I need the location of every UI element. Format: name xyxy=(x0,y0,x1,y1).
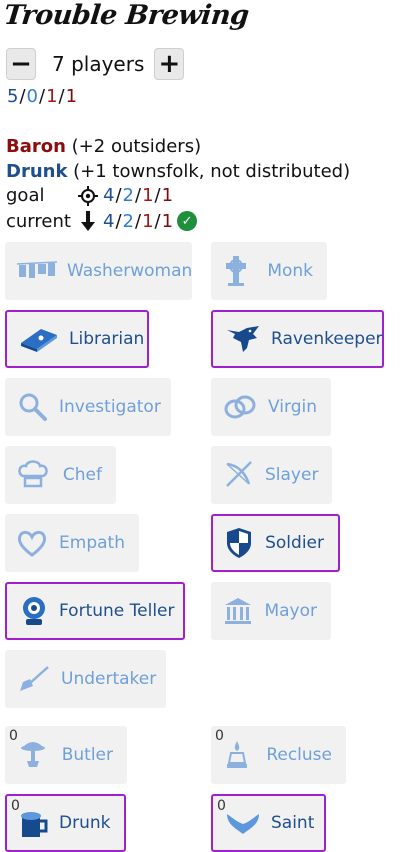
character-name: Monk xyxy=(267,261,313,281)
character-name: Empath xyxy=(59,533,125,553)
character-card-slayer[interactable]: Slayer xyxy=(211,446,332,504)
modifier-name: Drunk xyxy=(6,161,68,182)
character-card-recluse[interactable]: 0 Recluse xyxy=(211,726,346,784)
arrow-down-icon xyxy=(77,210,99,232)
character-card-soldier[interactable]: Soldier xyxy=(211,514,340,572)
increase-players-button[interactable]: + xyxy=(154,48,185,80)
character-card-librarian[interactable]: Librarian xyxy=(5,310,149,368)
character-count: 0 xyxy=(11,798,20,814)
character-name: Ravenkeeper xyxy=(271,329,383,349)
raven-icon xyxy=(225,321,261,357)
character-count: 0 xyxy=(217,798,226,814)
current-demons: 1 xyxy=(161,210,174,232)
character-card-virgin[interactable]: Virgin xyxy=(211,378,331,436)
rings-icon xyxy=(223,389,258,425)
lamp-icon xyxy=(223,737,256,773)
character-name: Librarian xyxy=(69,329,145,349)
character-name: Recluse xyxy=(266,745,332,765)
character-name: Slayer xyxy=(265,465,319,485)
demon-count: 1 xyxy=(65,86,78,107)
character-name: Investigator xyxy=(59,397,161,417)
minion-count: 1 xyxy=(46,86,58,107)
cross-icon xyxy=(223,253,257,289)
wings-icon xyxy=(225,805,261,841)
tray-icon xyxy=(17,737,52,773)
script-title: Trouble Brewing xyxy=(2,0,251,31)
outsider-count: 0 xyxy=(26,86,38,107)
current-minions: 1 xyxy=(142,210,154,232)
magnifier-icon xyxy=(17,389,49,425)
character-card-butler[interactable]: 0 Butler xyxy=(5,726,127,784)
current-townsfolk: 4 xyxy=(103,210,115,232)
character-card-ravenkeeper[interactable]: Ravenkeeper xyxy=(211,310,384,368)
character-card-mayor[interactable]: Mayor xyxy=(211,582,331,640)
base-distribution: 5/0/1/1 xyxy=(7,86,78,107)
character-name: Chef xyxy=(62,465,102,485)
crosshair-icon xyxy=(77,185,99,206)
goal-row: goal 4/2/1/1 xyxy=(6,185,174,206)
player-count: 7 players xyxy=(52,52,145,76)
character-name: Fortune Teller xyxy=(59,601,175,621)
clothesline-icon xyxy=(17,253,57,289)
current-outsiders: 2 xyxy=(122,210,134,232)
character-name: Saint xyxy=(271,813,315,833)
character-name: Butler xyxy=(61,745,113,765)
mug-icon xyxy=(19,805,49,841)
character-card-chef[interactable]: Chef xyxy=(5,446,116,504)
character-card-empath[interactable]: Empath xyxy=(5,514,139,572)
modifier-note: (+2 outsiders) xyxy=(65,136,202,157)
character-name: Drunk xyxy=(59,813,111,833)
character-card-fortune-teller[interactable]: Fortune Teller xyxy=(5,582,185,640)
check-icon: ✓ xyxy=(177,211,198,231)
character-card-drunk[interactable]: 0 Drunk xyxy=(5,794,126,852)
character-name: Washerwoman xyxy=(67,261,193,281)
character-card-saint[interactable]: 0 Saint xyxy=(211,794,326,852)
decrease-players-button[interactable]: − xyxy=(6,48,36,80)
modifier-drunk: Drunk (+1 townsfolk, not distributed) xyxy=(6,161,350,182)
character-name: Mayor xyxy=(264,601,317,621)
goal-label: goal xyxy=(6,185,45,206)
townsfolk-count: 5 xyxy=(7,86,19,107)
shovel-icon xyxy=(17,661,51,697)
character-name: Soldier xyxy=(265,533,324,553)
player-stepper: − 7 players + xyxy=(6,47,185,81)
goal-minions: 1 xyxy=(142,185,154,206)
character-name: Virgin xyxy=(268,397,317,417)
modifier-name: Baron xyxy=(6,136,66,157)
goal-outsiders: 2 xyxy=(122,185,134,206)
current-row: current 4/2/1/1 ✓ xyxy=(6,210,198,232)
character-card-investigator[interactable]: Investigator xyxy=(5,378,171,436)
crystal-ball-icon xyxy=(19,593,49,629)
character-card-washerwoman[interactable]: Washerwoman xyxy=(5,242,192,300)
character-card-undertaker[interactable]: Undertaker xyxy=(5,650,166,708)
current-label: current xyxy=(6,210,71,232)
modifier-baron: Baron (+2 outsiders) xyxy=(6,136,201,157)
shield-icon xyxy=(225,525,255,561)
crossbow-icon xyxy=(223,457,255,493)
building-icon xyxy=(223,593,254,629)
goal-demons: 1 xyxy=(161,185,174,206)
character-name: Undertaker xyxy=(61,669,157,689)
character-card-monk[interactable]: Monk xyxy=(211,242,327,300)
goal-townsfolk: 4 xyxy=(103,185,115,206)
book-icon xyxy=(19,321,59,357)
heart-icon xyxy=(17,525,49,561)
modifier-note: (+1 townsfolk, not distributed) xyxy=(67,161,351,182)
chef-hat-icon xyxy=(17,457,53,493)
